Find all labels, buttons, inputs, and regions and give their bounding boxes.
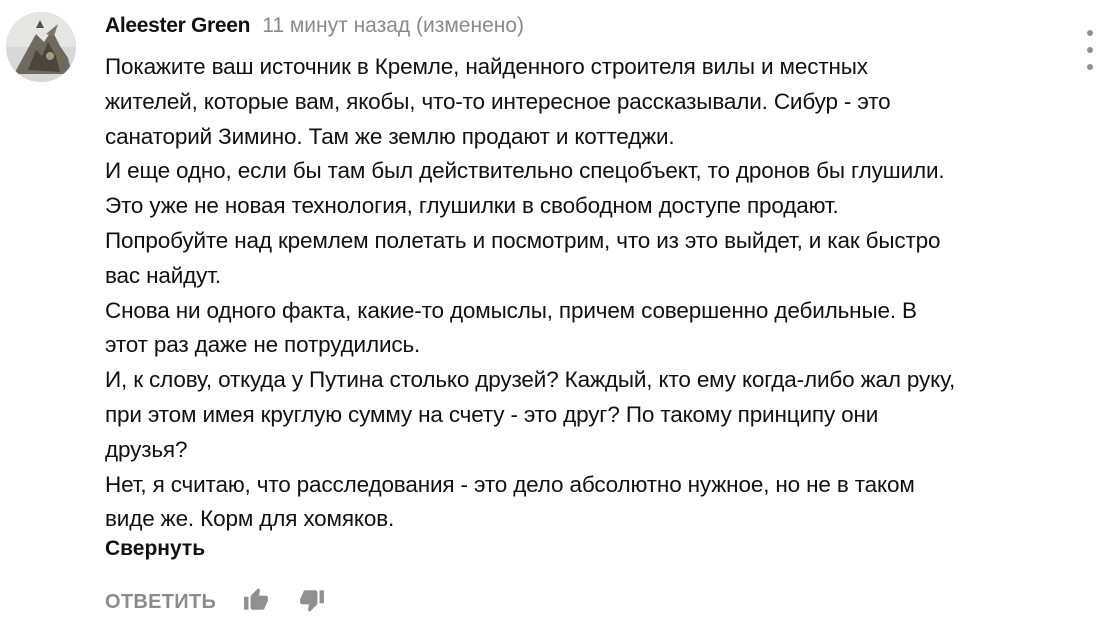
comment-timestamp[interactable]: 11 минут назад (изменено) <box>262 14 524 37</box>
comment-line: жителей, которые вам, якобы, что-то инте… <box>105 88 891 114</box>
comment-actions: ОТВЕТИТЬ <box>105 586 326 618</box>
menu-dot <box>1087 64 1093 70</box>
collapse-button[interactable]: Свернуть <box>105 537 205 561</box>
comment-line: Попробуйте над кремлем полетать и посмот… <box>105 227 941 253</box>
comment-line: И еще одно, если бы там был действительн… <box>105 158 945 184</box>
avatar[interactable] <box>6 12 76 82</box>
comment-line: Это уже не новая технология, глушилки в … <box>105 193 839 219</box>
menu-dot <box>1087 47 1093 53</box>
thumb-up-icon[interactable] <box>242 587 270 618</box>
comment-line: виде же. Корм для хомяков. <box>105 506 395 532</box>
comment-header: Aleester Green 11 минут назад (изменено) <box>105 13 524 41</box>
comment-line: И, к слову, откуда у Путина столько друз… <box>105 367 956 393</box>
comment-line: при этом имея круглую сумму на счету - э… <box>105 401 879 427</box>
comment-line: Нет, я считаю, что расследования - это д… <box>105 471 915 497</box>
comment-line: друзья? <box>105 436 188 462</box>
comment-line: Покажите ваш источник в Кремле, найденно… <box>105 54 868 79</box>
avatar-image <box>6 12 76 82</box>
comment-text: Покажите ваш источник в Кремле, найденно… <box>105 50 1085 537</box>
comment-line: этот раз даже не потрудились. <box>105 332 421 358</box>
comment-line: вас найдут. <box>105 262 222 288</box>
menu-dot <box>1087 30 1093 36</box>
thumb-down-icon[interactable] <box>298 587 326 618</box>
author-name[interactable]: Aleester Green <box>105 14 251 37</box>
reply-button[interactable]: ОТВЕТИТЬ <box>105 591 216 614</box>
comment-line: санаторий Зимино. Там же землю продают и… <box>105 123 675 149</box>
comment-line: Снова ни одного факта, какие-то домыслы,… <box>105 297 917 323</box>
